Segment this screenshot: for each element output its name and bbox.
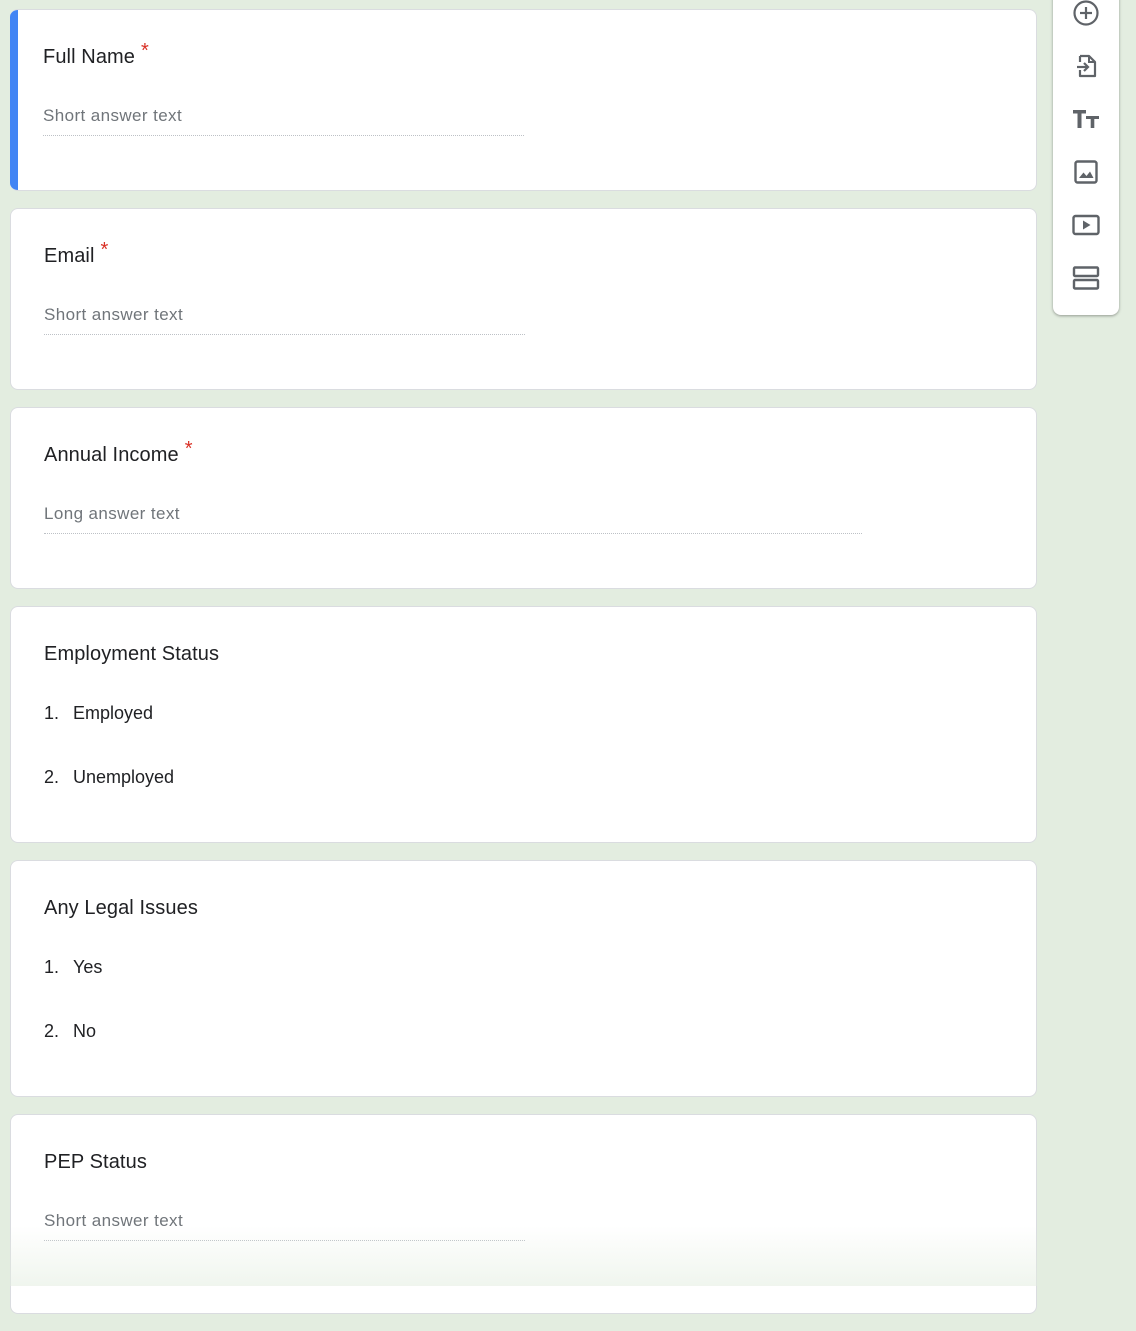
- add-video-button[interactable]: [1070, 209, 1102, 241]
- question-card-annual-income[interactable]: Annual Income * Long answer text: [10, 407, 1037, 589]
- long-answer-field: Long answer text: [44, 504, 862, 534]
- import-questions-button[interactable]: [1070, 50, 1102, 82]
- option-number: 2.: [44, 767, 60, 787]
- image-icon: [1074, 160, 1098, 184]
- required-asterisk: *: [184, 438, 193, 460]
- option-item[interactable]: 2. Unemployed: [44, 767, 174, 788]
- option-number: 1.: [44, 957, 60, 977]
- question-card-employment-status[interactable]: Employment Status 1. Employed 2. Unemploye…: [10, 606, 1037, 843]
- question-card-legal-issues[interactable]: Any Legal Issues 1. Yes 2. No: [10, 860, 1037, 1097]
- option-label: No: [73, 1021, 97, 1041]
- active-question-indicator: [10, 10, 18, 190]
- import-questions-icon: [1077, 54, 1097, 78]
- option-item[interactable]: 2. No: [44, 1021, 96, 1042]
- option-label: Employed: [73, 703, 154, 723]
- option-number: 2.: [44, 1021, 60, 1041]
- video-icon: [1072, 214, 1100, 236]
- option-label: Yes: [73, 957, 103, 977]
- question-title-text: Full Name: [43, 46, 136, 68]
- question-title[interactable]: Annual Income *: [44, 438, 193, 467]
- required-asterisk: *: [100, 239, 109, 261]
- question-card-email[interactable]: Email * Short answer text: [10, 208, 1037, 390]
- short-answer-field: Short answer text: [44, 1211, 525, 1241]
- add-circle-icon: [1073, 0, 1099, 26]
- add-image-button[interactable]: [1070, 156, 1102, 188]
- option-number: 1.: [44, 703, 60, 723]
- option-label: Unemployed: [73, 767, 175, 787]
- short-answer-field: Short answer text: [43, 106, 524, 136]
- question-title[interactable]: Any Legal Issues: [44, 897, 198, 920]
- required-asterisk: *: [141, 40, 149, 62]
- form-question-list: Full Name * Short answer text Email * Shor…: [10, 9, 1037, 1331]
- question-title[interactable]: Employment Status: [44, 643, 219, 666]
- floating-question-toolbar: [1053, 0, 1119, 315]
- option-item[interactable]: 1. Employed: [44, 703, 153, 724]
- question-card-full-name[interactable]: Full Name * Short answer text: [10, 9, 1037, 191]
- section-icon: [1072, 266, 1100, 290]
- question-title[interactable]: Full Name *: [43, 40, 149, 69]
- add-title-description-button[interactable]: [1070, 103, 1102, 135]
- title-text-icon: [1073, 110, 1099, 128]
- question-title-text: Annual Income: [44, 444, 179, 466]
- question-title[interactable]: PEP Status: [44, 1151, 147, 1174]
- question-title[interactable]: Email *: [44, 239, 108, 268]
- add-section-button[interactable]: [1070, 262, 1102, 294]
- option-item[interactable]: 1. Yes: [44, 957, 102, 978]
- short-answer-field: Short answer text: [44, 305, 525, 335]
- question-card-pep-status[interactable]: PEP Status Short answer text: [10, 1114, 1037, 1314]
- add-question-button[interactable]: [1070, 0, 1102, 29]
- question-title-text: Email: [44, 245, 95, 267]
